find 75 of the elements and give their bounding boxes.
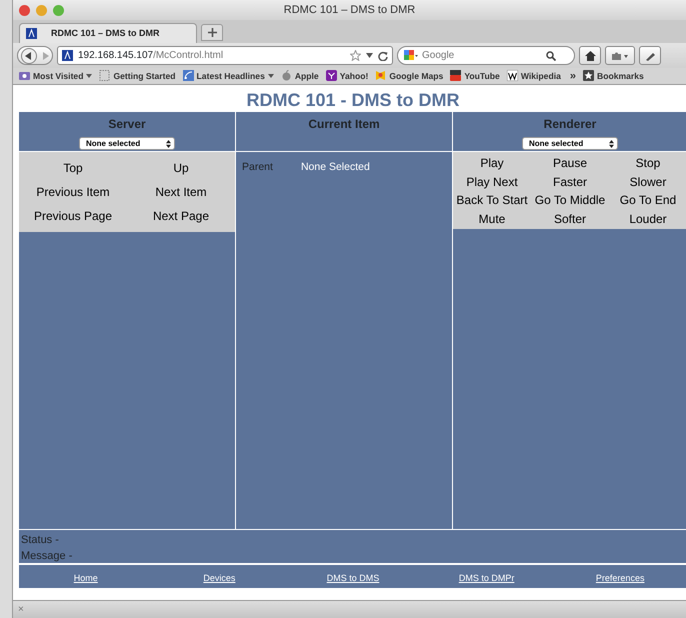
footer-link[interactable]: DMS to DMPr [458, 573, 514, 583]
caret-icon [86, 74, 92, 78]
footer-link[interactable]: Devices [203, 573, 236, 583]
header-label: Renderer [542, 116, 598, 133]
control-button[interactable]: Louder [609, 210, 686, 228]
control-button[interactable]: Softer [531, 210, 609, 228]
control-button[interactable]: Pause [531, 154, 609, 172]
footer-link[interactable]: Preferences [596, 573, 644, 583]
pen-icon [644, 50, 656, 60]
bookmark-icon [326, 70, 337, 82]
folder-icon [19, 70, 30, 82]
control-button[interactable]: Play Next [453, 172, 531, 191]
caret-icon[interactable] [366, 53, 373, 58]
map-icon [375, 70, 386, 82]
field-value: None Selected [300, 160, 370, 175]
nav-button[interactable]: Top [19, 156, 127, 180]
star-icon [583, 70, 594, 82]
bookmark-item[interactable]: Most Visited [19, 70, 92, 82]
overflow-button[interactable]: » [570, 68, 576, 84]
dropdown[interactable]: None selected [522, 137, 618, 150]
nav-button[interactable]: Previous Page [19, 204, 127, 228]
home-icon [584, 50, 596, 60]
page-title: RDMC 101 - DMS to DMR [245, 89, 460, 112]
bookmark-item[interactable]: Yahoo! [326, 70, 368, 82]
site-icon [62, 50, 73, 61]
back-icon[interactable] [20, 48, 36, 64]
bookmark-item[interactable]: Getting Started [99, 70, 176, 82]
nav-button[interactable]: Next Page [127, 204, 235, 228]
bookmark-item[interactable]: Google Maps [375, 70, 444, 82]
apple-icon [280, 70, 292, 82]
footer-link[interactable]: DMS to DMS [326, 573, 380, 583]
footer-link[interactable]: Home [74, 573, 98, 583]
reload-icon[interactable] [378, 50, 388, 60]
bookmark-item[interactable]: Apple [280, 70, 319, 82]
site-icon [26, 28, 37, 39]
plus-icon [208, 28, 216, 37]
address-field[interactable]: 192.168.145.107/McControl.html [57, 46, 393, 65]
control-button[interactable]: Play [453, 154, 531, 172]
search-icon[interactable] [546, 50, 556, 60]
home-button[interactable] [579, 46, 601, 65]
caret-icon [268, 74, 274, 78]
updown-icon [609, 140, 614, 148]
bookmark-item[interactable]: Latest Headlines [182, 70, 274, 82]
control-button[interactable]: Go To Middle [531, 191, 609, 210]
close-button[interactable] [19, 4, 30, 16]
pen-button[interactable] [639, 46, 661, 65]
control-button[interactable]: Faster [531, 172, 609, 191]
bookmark-item[interactable]: Wikipedia [506, 70, 561, 82]
control-button[interactable]: Mute [453, 210, 531, 228]
feed-icon [182, 70, 194, 82]
status-text: Status - [21, 533, 60, 548]
field-label: Parent [242, 160, 273, 175]
control-button[interactable]: Stop [609, 154, 686, 172]
addon-button[interactable] [605, 46, 635, 65]
search-box[interactable]: Google [397, 46, 575, 65]
new-tab-button[interactable] [201, 24, 223, 41]
nav-button[interactable]: Next Item [127, 180, 235, 204]
page-icon [99, 70, 110, 82]
status-text: Message - [21, 549, 74, 564]
control-button[interactable]: Back To Start [453, 191, 531, 210]
window-title: RDMC 101 – DMS to DMR [284, 4, 416, 16]
header-label: Current Item [307, 116, 381, 133]
control-button[interactable]: Slower [609, 172, 686, 191]
bookmark-item[interactable]: YouTube [450, 70, 500, 82]
control-button[interactable]: Go To End [609, 191, 686, 210]
header-label: Server [107, 116, 147, 133]
updown-icon [166, 140, 171, 148]
browser-tab[interactable]: RDMC 101 – DMS to DMR [19, 23, 197, 43]
bookmarks-menu[interactable]: Bookmarks [583, 70, 644, 82]
star-icon[interactable] [350, 50, 361, 61]
nav-button[interactable]: Previous Item [19, 180, 127, 204]
dropdown[interactable]: None selected [79, 137, 175, 150]
nav-button[interactable]: Up [127, 156, 235, 180]
search-engine-icon [404, 50, 418, 62]
video-icon [450, 70, 462, 82]
